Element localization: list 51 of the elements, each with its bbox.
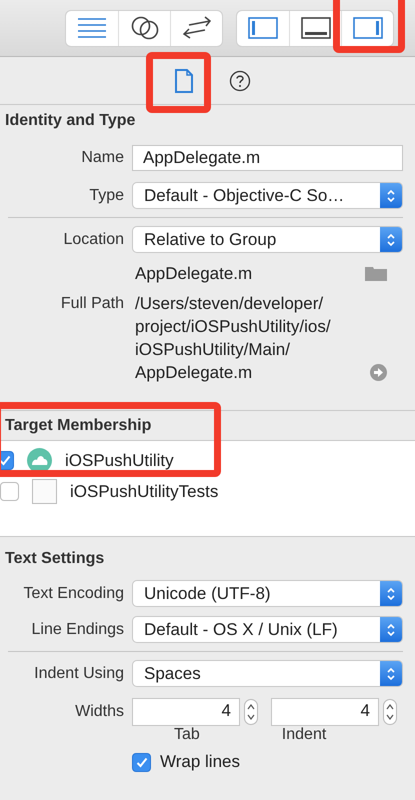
up-down-chevron-icon: [247, 703, 255, 721]
field-label: Type: [88, 186, 124, 204]
up-down-chevron-icon: [386, 703, 394, 721]
checkbox[interactable]: [0, 482, 19, 501]
field-label: Name: [80, 149, 124, 167]
right-panel-icon: [352, 17, 382, 39]
blank-icon: [32, 479, 57, 504]
field-label: Full Path: [60, 294, 124, 314]
line-endings-popup[interactable]: Default - OS X / Unix (LF): [132, 616, 403, 643]
up-down-chevron-icon: [386, 666, 396, 682]
field-caption: Tab: [174, 726, 200, 744]
field-label: Widths: [74, 703, 124, 721]
field-label: Location: [62, 230, 124, 248]
checkbox[interactable]: [0, 451, 14, 470]
app-icon: [27, 448, 52, 473]
checkmark-icon: [0, 456, 10, 466]
help-icon: [228, 70, 250, 92]
location-popup[interactable]: Relative to Group: [132, 226, 403, 253]
checkmark-icon: [136, 757, 147, 767]
field-label: Indent Using: [33, 664, 124, 682]
folder-icon[interactable]: [365, 267, 387, 281]
type-popup[interactable]: Default - Objective-C So…: [132, 182, 403, 209]
up-down-chevron-icon: [386, 622, 396, 638]
section-title: Target Membership: [5, 417, 152, 434]
up-down-chevron-icon: [386, 232, 396, 248]
checkbox-label: Wrap lines: [160, 752, 240, 772]
name-field[interactable]: AppDelegate.m: [132, 145, 403, 171]
stepper[interactable]: [383, 699, 397, 725]
indent-popup[interactable]: Spaces: [132, 660, 403, 687]
width-field[interactable]: 4: [271, 698, 379, 726]
bottom-panel-icon: [300, 17, 330, 39]
target-name: iOSPushUtilityTests: [70, 482, 218, 502]
width-field[interactable]: 4: [132, 698, 240, 726]
section-title: Identity and Type: [4, 111, 136, 131]
overlapping-circles-icon: [130, 15, 158, 41]
checkbox[interactable]: [132, 752, 151, 772]
stepper[interactable]: [244, 699, 258, 725]
full-path: /Users/steven/developer/project/iOSPushUtility/ios/iOSPushUtility/Main/AppDelegate.m: [135, 293, 332, 384]
lines-icon: [76, 17, 108, 39]
left-panel-icon: [248, 17, 278, 39]
up-down-chevron-icon: [386, 586, 396, 602]
field-label: Text Encoding: [22, 584, 124, 602]
file-name: AppDelegate.m: [135, 264, 252, 284]
up-down-chevron-icon: [386, 188, 396, 204]
target-name: iOSPushUtility: [65, 450, 174, 470]
encoding-popup[interactable]: Unicode (UTF-8): [132, 580, 403, 607]
field-caption: Indent: [282, 726, 326, 744]
two-arrows-icon: [180, 16, 212, 40]
field-label: Line Endings: [30, 620, 124, 638]
document-icon: [174, 68, 194, 92]
section-title: Text Settings: [4, 549, 106, 569]
